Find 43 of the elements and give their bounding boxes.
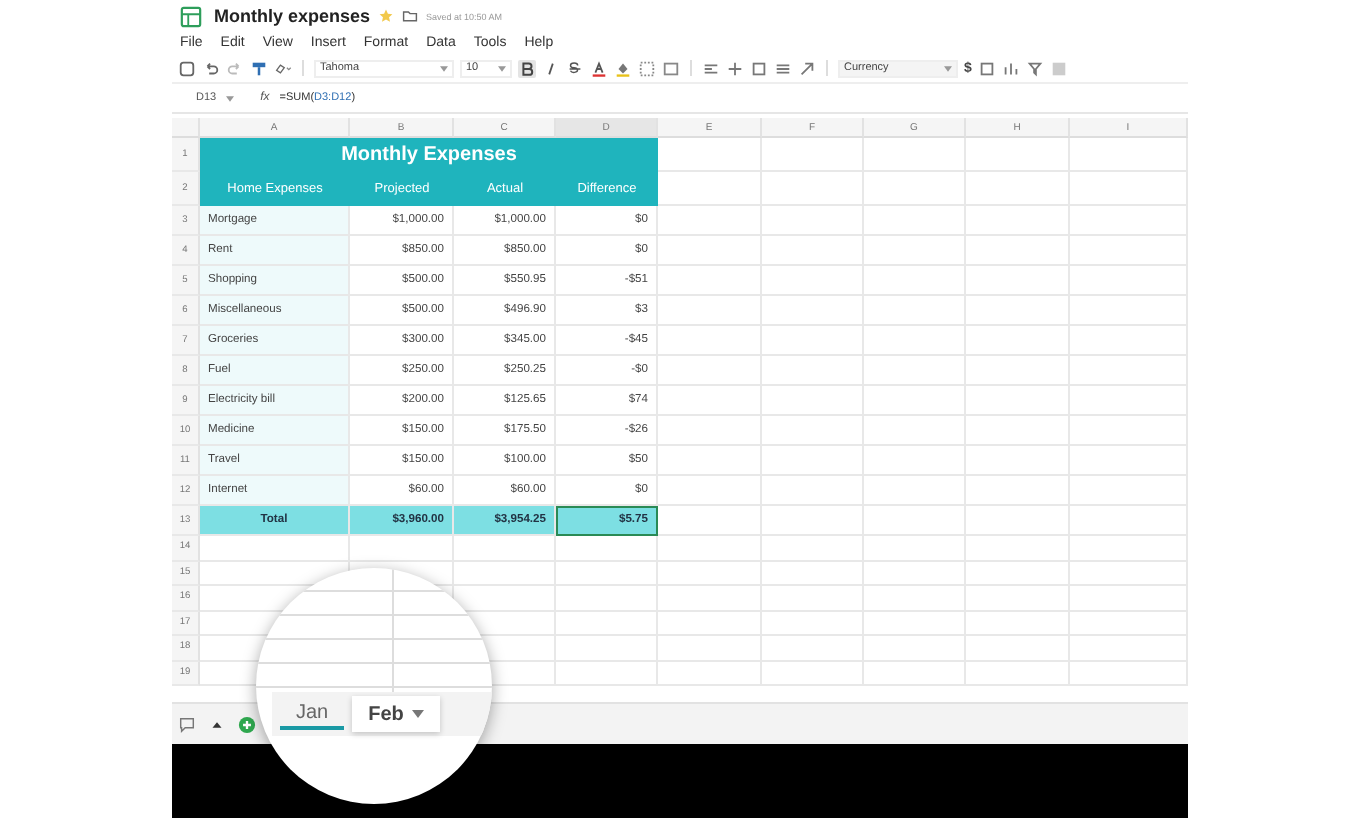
- caret-icon: [944, 65, 952, 71]
- align-left-icon[interactable]: [702, 59, 720, 77]
- save-icon[interactable]: [178, 59, 196, 77]
- empty-cell: [762, 138, 864, 172]
- comment-icon[interactable]: [178, 715, 196, 733]
- table-icon[interactable]: [774, 59, 792, 77]
- bold-icon[interactable]: [518, 59, 536, 77]
- document-title[interactable]: Monthly expenses: [214, 6, 371, 26]
- undo-icon[interactable]: [202, 59, 220, 77]
- borders-icon[interactable]: [638, 59, 656, 77]
- folder-icon[interactable]: [402, 8, 419, 24]
- fill-color-icon[interactable]: [614, 59, 632, 77]
- caret-icon[interactable]: [411, 710, 424, 718]
- empty-cell: [658, 536, 762, 561]
- empty-cell: [966, 138, 1070, 172]
- table-title: Monthly Expenses: [200, 138, 658, 172]
- caret-icon: [498, 65, 506, 71]
- empty-cell: [454, 561, 556, 586]
- vertical-align-icon[interactable]: [726, 59, 744, 77]
- empty-cell: [556, 536, 658, 561]
- merge-icon[interactable]: [662, 59, 680, 77]
- strikethrough-icon[interactable]: [566, 59, 584, 77]
- filter-icon[interactable]: [1025, 59, 1044, 77]
- empty-cell: [454, 536, 556, 561]
- paint-format-icon[interactable]: [250, 59, 268, 77]
- empty-cell: [658, 476, 762, 506]
- empty-cell: [1070, 138, 1188, 172]
- chart-icon[interactable]: [1001, 59, 1020, 77]
- add-sheet-icon[interactable]: [238, 715, 256, 733]
- sheet-tab[interactable]: Jan: [280, 699, 345, 729]
- eraser-icon[interactable]: [274, 59, 292, 77]
- empty-cell: [658, 206, 762, 236]
- caret-icon[interactable]: [226, 95, 235, 101]
- comment-icon[interactable]: [977, 59, 996, 77]
- sheet-tab[interactable]: Feb: [352, 696, 440, 732]
- rotate-text-icon[interactable]: [798, 59, 816, 77]
- wrap-text-icon[interactable]: [750, 59, 768, 77]
- empty-cell: [350, 536, 454, 561]
- text-color-icon[interactable]: [590, 59, 608, 77]
- star-icon[interactable]: [378, 8, 395, 24]
- spreadsheet-icon: [180, 5, 202, 27]
- empty-cell: [864, 138, 966, 172]
- caret-icon: [440, 65, 448, 71]
